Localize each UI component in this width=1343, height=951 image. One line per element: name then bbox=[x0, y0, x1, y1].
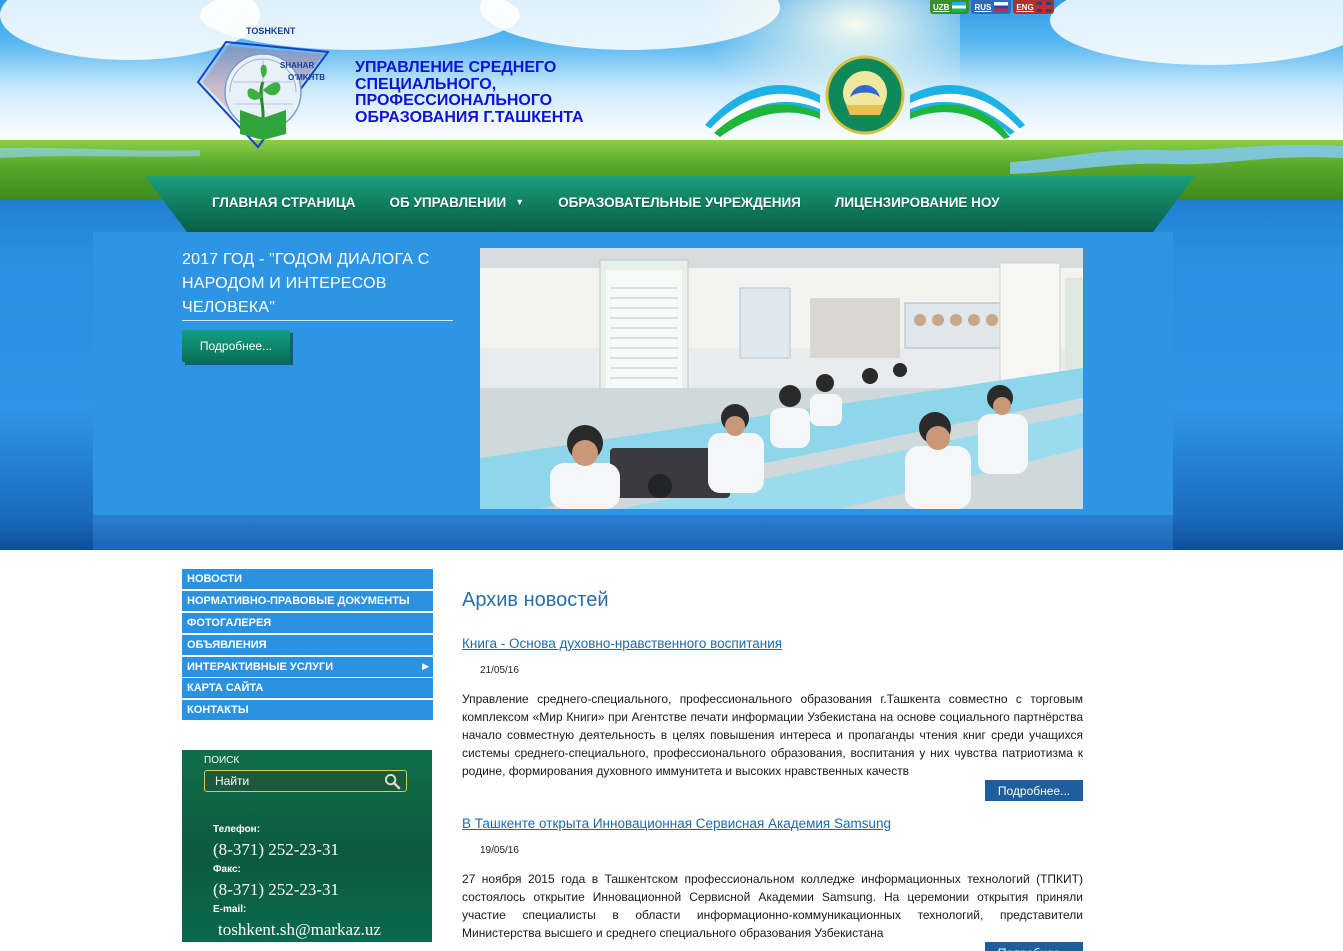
search-input[interactable] bbox=[215, 774, 375, 788]
phone-label: Телефон: bbox=[213, 824, 261, 835]
nav-institutions[interactable]: ОБРАЗОВАТЕЛЬНЫЕ УЧРЕЖДЕНИЯ bbox=[541, 195, 818, 210]
news-date: 21/05/16 bbox=[480, 665, 519, 676]
river-decoration bbox=[0, 147, 200, 158]
lang-rus-link[interactable]: RUS bbox=[971, 0, 1012, 14]
russia-flag-icon bbox=[994, 2, 1009, 12]
uzbekistan-flag-icon bbox=[952, 2, 967, 12]
nav-about[interactable]: ОБ УПРАВЛЕНИИ ▼ bbox=[373, 195, 542, 210]
site-logo[interactable]: TOSHKENT SHAHAR O'MKHTB bbox=[188, 22, 338, 152]
sidebar-menu: НОВОСТИ НОРМАТИВНО-ПРАВОВЫЕ ДОКУМЕНТЫ ФО… bbox=[182, 569, 433, 722]
sidebar-item-label: НОРМАТИВНО-ПРАВОВЫЕ ДОКУМЕНТЫ bbox=[187, 594, 410, 607]
email-label: E-mail: bbox=[213, 904, 247, 915]
sidebar-item-sitemap[interactable]: КАРТА САЙТА bbox=[182, 678, 433, 699]
site-header: ГЛАВНАЯ СТРАНИЦА ОБ УПРАВЛЕНИИ ▼ ОБРАЗОВА… bbox=[0, 0, 1343, 550]
uk-flag-icon bbox=[1036, 2, 1051, 12]
lang-rus-label: RUS bbox=[974, 2, 992, 12]
news-more-button[interactable]: Подробнее... bbox=[985, 942, 1083, 951]
nav-institutions-label: ОБРАЗОВАТЕЛЬНЫЕ УЧРЕЖДЕНИЯ bbox=[558, 194, 801, 210]
divider bbox=[182, 320, 453, 321]
news-more-button[interactable]: Подробнее... bbox=[985, 780, 1083, 801]
lang-uzb-link[interactable]: UZB bbox=[930, 0, 970, 14]
sidebar-item-label: КОНТАКТЫ bbox=[187, 704, 249, 717]
sidebar-item-label: ОБЪЯВЛЕНИЯ bbox=[187, 638, 267, 651]
chevron-right-icon: ▶ bbox=[422, 661, 429, 672]
language-switcher: UZB RUS ENG bbox=[930, 0, 1075, 14]
phone-value: (8-371) 252-23-31 bbox=[213, 840, 340, 859]
lang-eng-link[interactable]: ENG bbox=[1013, 0, 1054, 14]
lang-eng-label: ENG bbox=[1016, 2, 1034, 12]
search-label: ПОИСК bbox=[204, 755, 240, 766]
search-icon[interactable] bbox=[384, 773, 401, 790]
email-link[interactable]: toshkent.sh@markaz.uz bbox=[218, 920, 381, 940]
sidebar-item-contacts[interactable]: КОНТАКТЫ bbox=[182, 700, 433, 721]
hero-more-button[interactable]: Подробнее... bbox=[182, 330, 290, 362]
logo-text: TOSHKENT bbox=[246, 26, 296, 36]
state-emblem bbox=[705, 55, 1025, 139]
nav-licensing[interactable]: ЛИЦЕНЗИРОВАНИЕ НОУ bbox=[818, 195, 1017, 210]
news-excerpt: Управление среднего-специального, профес… bbox=[462, 692, 1083, 778]
sidebar-item-legal-docs[interactable]: НОРМАТИВНО-ПРАВОВЫЕ ДОКУМЕНТЫ bbox=[182, 590, 433, 611]
sidebar-item-label: КАРТА САЙТА bbox=[187, 682, 264, 695]
news-date: 19/05/16 bbox=[480, 845, 519, 856]
nav-licensing-label: ЛИЦЕНЗИРОВАНИЕ НОУ bbox=[834, 194, 1000, 210]
logo-text: SHAHAR bbox=[280, 61, 314, 70]
news-title-link[interactable]: В Ташкенте открыта Инновационная Сервисн… bbox=[462, 816, 891, 831]
hero-slogan: 2017 ГОД - "ГОДОМ ДИАЛОГА С НАРОДОМ И ИН… bbox=[182, 251, 430, 316]
nav-home-label: ГЛАВНАЯ СТРАНИЦА bbox=[212, 194, 356, 210]
nav-home[interactable]: ГЛАВНАЯ СТРАНИЦА bbox=[195, 195, 373, 210]
fax-label: Факс: bbox=[213, 864, 241, 875]
news-title-link[interactable]: Книга - Основа духовно-нравственного вос… bbox=[462, 636, 782, 651]
news-excerpt: 27 ноября 2015 года в Ташкентском профес… bbox=[462, 872, 1083, 940]
hero-panel-footer bbox=[93, 515, 1173, 550]
fax-value: (8-371) 252-23-31 bbox=[213, 880, 340, 899]
sidebar-item-announcements[interactable]: ОБЪЯВЛЕНИЯ bbox=[182, 634, 433, 655]
sidebar-item-news[interactable]: НОВОСТИ bbox=[182, 569, 433, 589]
nav-about-label: ОБ УПРАВЛЕНИИ bbox=[389, 194, 507, 210]
main-navigation: ГЛАВНАЯ СТРАНИЦА ОБ УПРАВЛЕНИИ ▼ ОБРАЗОВА… bbox=[195, 176, 1016, 228]
cloud-decoration bbox=[1050, 0, 1343, 65]
hero-photo bbox=[480, 248, 1083, 509]
logo-text: O'MKHTB bbox=[288, 73, 325, 82]
sidebar-item-label: ИНТЕРАКТИВНЫЕ УСЛУГИ bbox=[187, 660, 334, 673]
lang-uzb-label: UZB bbox=[933, 2, 950, 12]
sidebar-item-photo-gallery[interactable]: ФОТОГАЛЕРЕЯ bbox=[182, 612, 433, 633]
sidebar-item-interactive-services[interactable]: ИНТЕРАКТИВНЫЕ УСЛУГИ ▶ bbox=[182, 656, 433, 677]
chevron-down-icon: ▼ bbox=[515, 197, 525, 207]
sidebar-item-label: ФОТОГАЛЕРЕЯ bbox=[187, 616, 272, 629]
site-title: УПРАВЛЕНИЕ СРЕДНЕГО СПЕЦИАЛЬНОГО, ПРОФЕС… bbox=[355, 59, 584, 126]
search-box bbox=[204, 770, 407, 792]
sidebar-item-label: НОВОСТИ bbox=[187, 573, 243, 585]
page-title: Архив новостей bbox=[462, 589, 609, 611]
